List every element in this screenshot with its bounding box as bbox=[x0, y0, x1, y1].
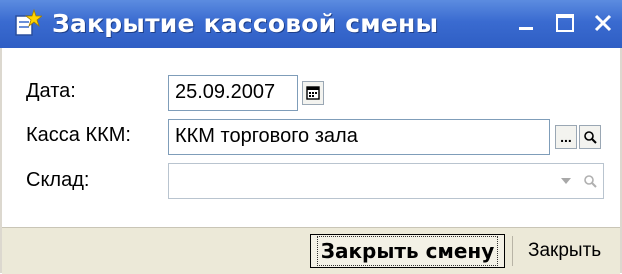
warehouse-field[interactable] bbox=[168, 163, 604, 199]
title-bar[interactable]: Закрытие кассовой смены bbox=[0, 0, 622, 48]
close-shift-label: Закрыть смену bbox=[316, 236, 499, 266]
ellipsis-icon: ... bbox=[560, 129, 572, 145]
dialog-window: Закрытие кассовой смены Дата: 25.09.2007 bbox=[0, 0, 622, 274]
close-button[interactable]: Закрыть bbox=[518, 234, 622, 268]
window-title: Закрытие кассовой смены bbox=[52, 9, 439, 38]
magnifier-icon bbox=[584, 131, 597, 144]
form-body: Дата: 25.09.2007 Касса ККМ: ККМ торговог… bbox=[0, 48, 622, 274]
select-register-button[interactable]: ... bbox=[555, 125, 577, 149]
open-register-button[interactable] bbox=[579, 125, 601, 149]
calendar-icon bbox=[306, 86, 320, 100]
date-field[interactable]: 25.09.2007 bbox=[168, 75, 298, 111]
document-star-icon bbox=[15, 8, 42, 36]
warehouse-dropdown-button[interactable] bbox=[555, 169, 577, 193]
chevron-down-icon bbox=[561, 178, 571, 184]
magnifier-icon bbox=[584, 175, 597, 188]
close-icon bbox=[594, 14, 612, 32]
maximize-button[interactable] bbox=[550, 8, 580, 38]
register-label: Касса ККМ: bbox=[26, 124, 131, 146]
minimize-icon bbox=[519, 27, 533, 30]
footer-bar: Закрыть смену Закрыть bbox=[2, 227, 620, 274]
maximize-icon bbox=[556, 14, 574, 32]
button-divider bbox=[512, 236, 513, 266]
calendar-button[interactable] bbox=[302, 81, 324, 105]
close-window-button[interactable] bbox=[588, 8, 618, 38]
close-shift-button[interactable]: Закрыть смену bbox=[310, 234, 505, 268]
warehouse-label: Склад: bbox=[26, 169, 90, 191]
register-field[interactable]: ККМ торгового зала bbox=[168, 119, 550, 155]
date-label: Дата: bbox=[26, 80, 76, 102]
minimize-button[interactable] bbox=[512, 8, 542, 38]
open-warehouse-button[interactable] bbox=[579, 169, 601, 193]
